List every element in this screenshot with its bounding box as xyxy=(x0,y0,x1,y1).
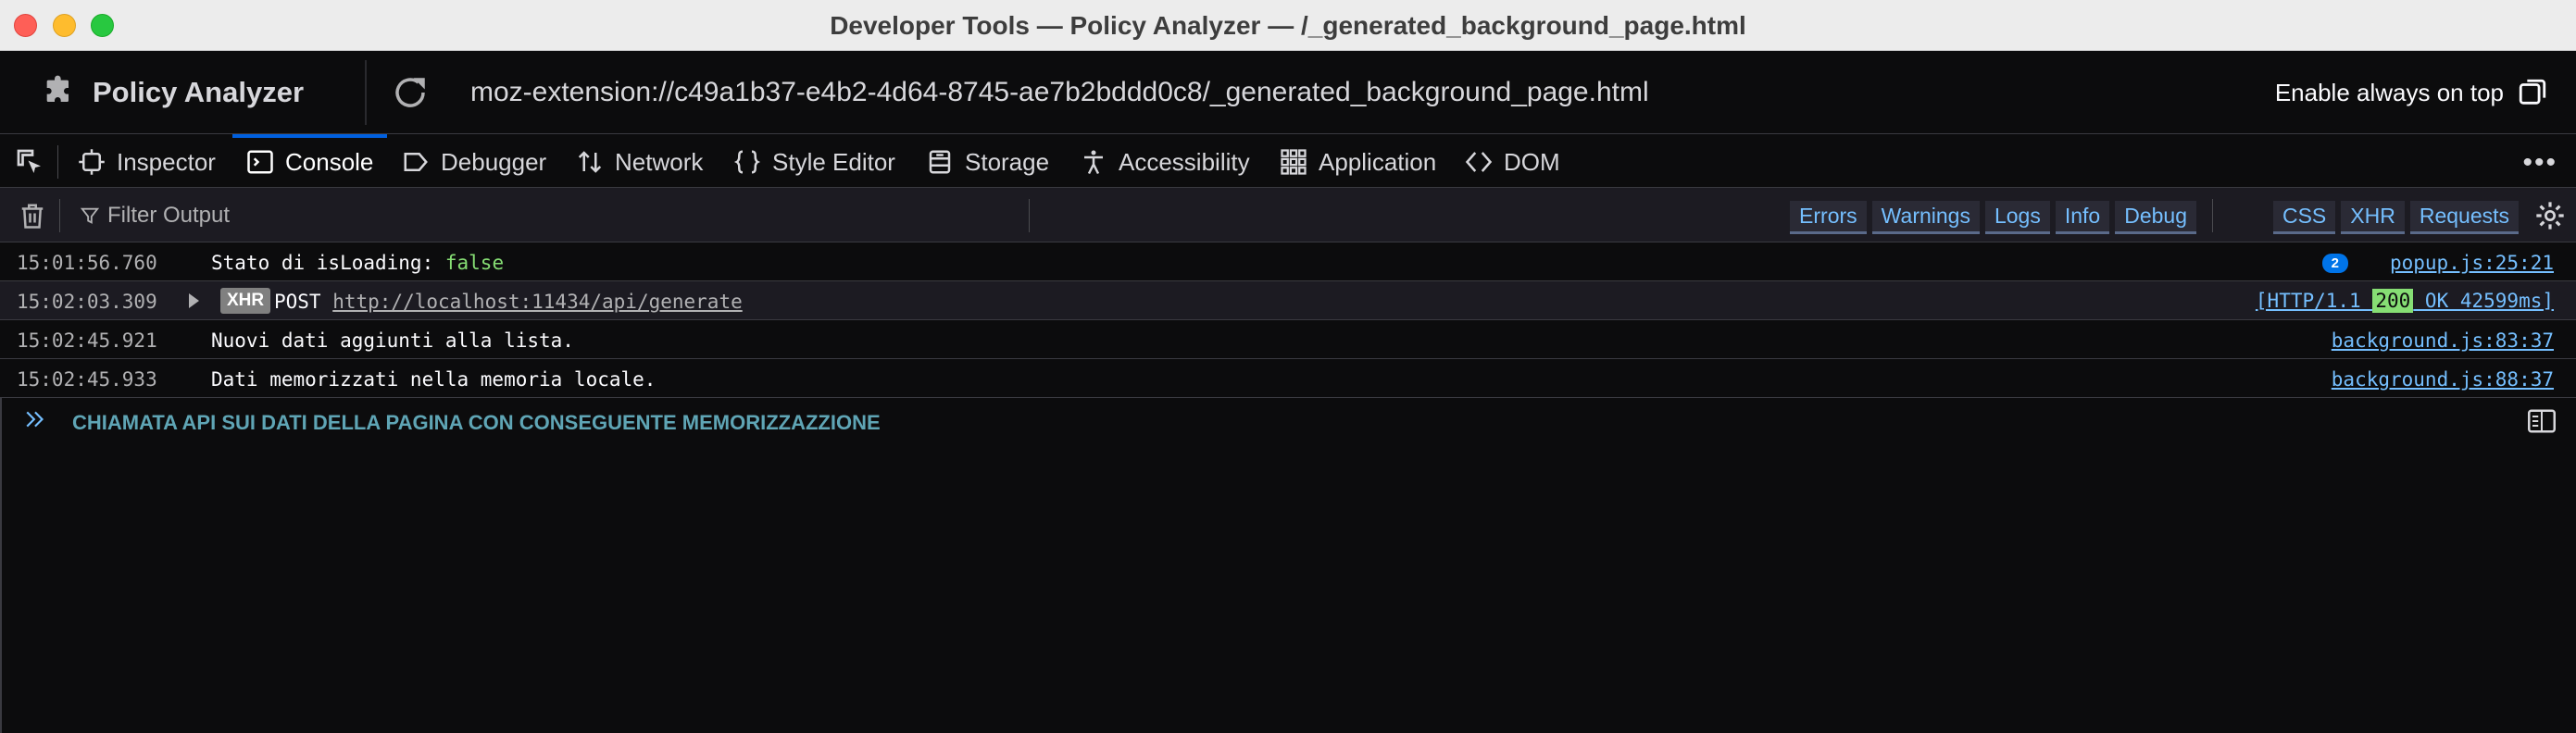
style-editor-icon xyxy=(733,150,761,174)
tab-inspector[interactable]: Inspector xyxy=(78,143,216,180)
filter-info-button[interactable]: Info xyxy=(2055,201,2110,234)
tab-console[interactable]: Console xyxy=(246,143,373,180)
log-boolean-value: false xyxy=(444,252,505,274)
element-picker-icon[interactable] xyxy=(13,145,46,179)
active-tab-indicator xyxy=(232,134,387,138)
log-timestamp: 15:02:45.921 xyxy=(17,329,157,352)
filter-xhr-button[interactable]: XHR xyxy=(2341,201,2405,234)
xhr-url-link[interactable]: http://localhost:11434/api/generate xyxy=(332,291,743,313)
filter-debug-button[interactable]: Debug xyxy=(2115,201,2196,234)
log-timestamp: 15:02:03.309 xyxy=(17,291,157,313)
reload-icon[interactable] xyxy=(391,73,430,112)
tab-label: Debugger xyxy=(441,147,547,176)
title-bar: Developer Tools — Policy Analyzer — /_ge… xyxy=(0,0,2576,51)
log-source-link[interactable]: popup.js:25:21 xyxy=(2390,252,2554,274)
tab-network[interactable]: Network xyxy=(576,143,703,180)
log-timestamp: 15:02:45.933 xyxy=(17,368,157,391)
network-filters: CSS XHR Requests xyxy=(2272,201,2519,234)
always-on-top-label: Enable always on top xyxy=(2274,78,2504,106)
always-on-top-toggle[interactable]: Enable always on top xyxy=(2275,77,2548,108)
tab-dom[interactable]: DOM xyxy=(1465,143,1560,180)
console-settings-gear-icon[interactable] xyxy=(2535,201,2565,230)
console-input[interactable]: CHIAMATA API SUI DATI DELLA PAGINA CON C… xyxy=(72,411,881,435)
url-bar: Policy Analyzer moz-extension://c49a1b37… xyxy=(0,51,2576,134)
filter-icon xyxy=(80,207,100,224)
toolbar-separator xyxy=(59,199,60,232)
log-source-link[interactable]: background.js:83:37 xyxy=(2332,329,2554,352)
log-message: Stato di isLoading: false xyxy=(211,252,504,274)
tab-debugger[interactable]: Debugger xyxy=(402,143,546,180)
tab-separator xyxy=(57,145,58,179)
console-prompt-chevron-icon xyxy=(26,411,44,428)
filter-logs-button[interactable]: Logs xyxy=(1984,201,2050,234)
expand-arrow-icon[interactable] xyxy=(189,293,199,308)
console-icon xyxy=(247,150,273,174)
console-output: 15:01:56.760 Stato di isLoading: false 2… xyxy=(0,242,2576,398)
log-level-filters: Errors Warnings Logs Info Debug xyxy=(1790,201,2196,234)
more-tools-button[interactable]: ••• xyxy=(2522,147,2557,179)
always-on-top-icon xyxy=(2519,79,2546,105)
log-message-text: Stato di isLoading: xyxy=(211,252,445,274)
tab-label: Inspector xyxy=(117,147,216,176)
puzzle-piece-icon xyxy=(46,75,69,102)
xhr-tag: XHR xyxy=(220,288,271,314)
http-status-code: 200 xyxy=(2372,289,2414,313)
xhr-method: POST xyxy=(274,291,333,313)
log-row: 15:02:45.921 Nuovi dati aggiunti alla li… xyxy=(0,320,2576,359)
filter-requests-button[interactable]: Requests xyxy=(2409,201,2519,234)
url-divider xyxy=(365,60,367,125)
window-title: Developer Tools — Policy Analyzer — /_ge… xyxy=(830,11,1746,40)
network-icon xyxy=(578,151,602,173)
log-row: 15:02:45.933 Dati memorizzati nella memo… xyxy=(0,359,2576,398)
tab-label: Network xyxy=(615,147,704,176)
levels-separator xyxy=(1029,199,1030,232)
tab-label: Storage xyxy=(965,147,1050,176)
log-source-link[interactable]: background.js:88:37 xyxy=(2332,368,2554,391)
tab-label: Accessibility xyxy=(1119,147,1250,176)
application-icon xyxy=(1281,149,1307,175)
log-row: 15:01:56.760 Stato di isLoading: false 2… xyxy=(0,242,2576,281)
clear-console-icon[interactable] xyxy=(19,200,46,231)
filter-css-button[interactable]: CSS xyxy=(2272,201,2336,234)
tab-label: Style Editor xyxy=(772,147,895,176)
storage-icon xyxy=(929,150,951,174)
http-suffix: OK 42599ms] xyxy=(2413,290,2554,312)
http-status-summary[interactable]: [HTTP/1.1 200 OK 42599ms] xyxy=(2255,289,2554,313)
editor-mode-toggle-icon[interactable] xyxy=(2528,409,2556,433)
tab-accessibility[interactable]: Accessibility xyxy=(1080,143,1250,180)
tab-label: Console xyxy=(285,147,374,176)
filter-errors-button[interactable]: Errors xyxy=(1790,201,1867,234)
accessibility-icon xyxy=(1084,150,1103,175)
debugger-icon xyxy=(404,153,428,171)
page-url: moz-extension://c49a1b37-e4b2-4d64-8745-… xyxy=(470,77,1649,107)
tab-storage[interactable]: Storage xyxy=(926,143,1049,180)
extension-name-label: Policy Analyzer xyxy=(93,76,305,108)
tab-label: Application xyxy=(1319,147,1437,176)
inspector-icon xyxy=(79,149,105,175)
http-prefix: [HTTP/1.1 xyxy=(2255,290,2373,312)
tab-label: DOM xyxy=(1504,147,1560,176)
filter-warnings-button[interactable]: Warnings xyxy=(1871,201,1980,234)
tab-style-editor[interactable]: Style Editor xyxy=(733,143,895,180)
repeat-count-badge: 2 xyxy=(2321,254,2348,273)
dom-icon xyxy=(1465,152,1493,172)
log-timestamp: 15:01:56.760 xyxy=(17,252,157,274)
log-message: Dati memorizzati nella memoria locale. xyxy=(211,368,657,391)
extension-name: Policy Analyzer xyxy=(41,71,304,114)
console-toolbar: Filter Output Errors Warnings Logs Info … xyxy=(0,188,2576,242)
filter-output-input[interactable]: Filter Output xyxy=(80,203,230,229)
log-message: Nuovi dati aggiunti alla lista. xyxy=(211,329,574,352)
toolbox-tabs: Inspector Console Debugger Network Style… xyxy=(0,134,2576,188)
log-row-xhr[interactable]: 15:02:03.309 XHR POST http://localhost:1… xyxy=(0,281,2576,320)
tab-application[interactable]: Application xyxy=(1280,143,1436,180)
xhr-request: POST http://localhost:11434/api/generate xyxy=(274,291,743,313)
filter-placeholder: Filter Output xyxy=(107,203,231,228)
net-filters-separator xyxy=(2212,199,2213,232)
